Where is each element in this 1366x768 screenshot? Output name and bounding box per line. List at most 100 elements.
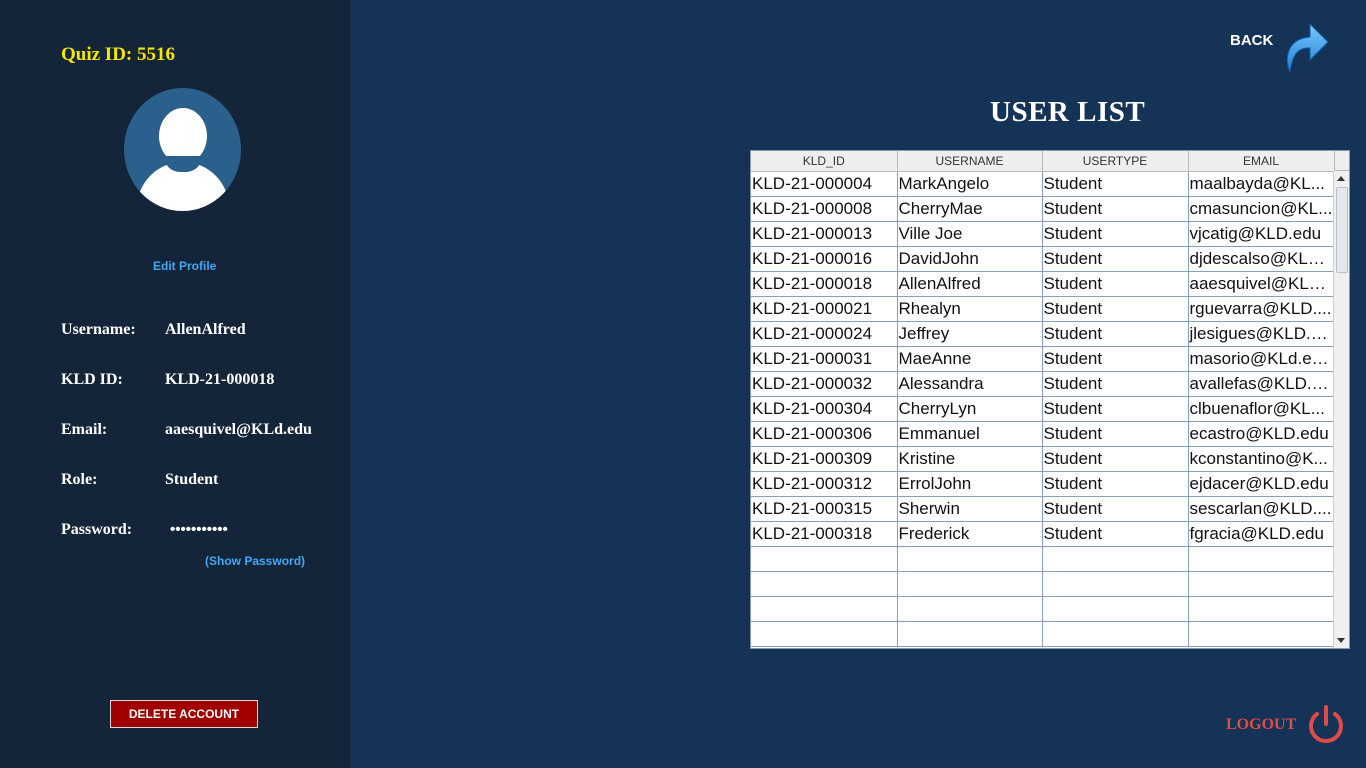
table-cell[interactable]: ErrolJohn <box>897 471 1043 497</box>
table-cell[interactable]: KLD-21-000032 <box>751 371 898 397</box>
scroll-down-icon[interactable] <box>1337 638 1345 643</box>
table-cell[interactable]: MarkAngelo <box>897 171 1043 197</box>
table-cell[interactable]: Alessandra <box>897 371 1043 397</box>
table-cell[interactable]: KLD-21-000008 <box>751 196 898 222</box>
table-cell[interactable]: KLD-21-000013 <box>751 221 898 247</box>
table-cell[interactable]: Student <box>1042 496 1189 522</box>
show-password-link[interactable]: (Show Password) <box>205 554 305 568</box>
table-cell[interactable]: clbuenaflor@KL... <box>1188 396 1335 422</box>
table-cell[interactable]: djdescalso@KLD.... <box>1188 246 1335 272</box>
table-cell[interactable]: masorio@KLd.ed... <box>1188 346 1335 372</box>
table-cell[interactable]: avallefas@KLD.e... <box>1188 371 1335 397</box>
table-cell[interactable]: maalbayda@KL... <box>1188 171 1335 197</box>
table-row[interactable]: KLD-21-000304 CherryLyn Student clbuenaflor… <box>751 396 1335 422</box>
table-cell[interactable]: Student <box>1042 371 1189 397</box>
table-cell[interactable]: cmasuncion@KL... <box>1188 196 1335 222</box>
table-cell[interactable]: rguevarra@KLD.... <box>1188 296 1335 322</box>
table-row[interactable]: KLD-21-000312 ErrolJohn Student ejdacer@KLD… <box>751 471 1335 497</box>
back-button[interactable]: BACK <box>1230 18 1329 74</box>
table-cell[interactable] <box>1188 596 1335 622</box>
table-cell[interactable]: KLD-21-000309 <box>751 446 898 472</box>
scroll-up-icon[interactable] <box>1337 176 1345 181</box>
table-cell[interactable]: KLD-21-000306 <box>751 421 898 447</box>
table-cell[interactable]: Sherwin <box>897 496 1043 522</box>
table-cell[interactable]: KLD-21-000016 <box>751 246 898 272</box>
table-cell[interactable]: Student <box>1042 196 1189 222</box>
table-cell[interactable] <box>897 546 1043 572</box>
logout-button[interactable]: LOGOUT <box>1226 704 1346 746</box>
table-row[interactable]: KLD-21-000004 MarkAngelo Student maalbayda@… <box>751 171 1335 197</box>
column-header-username[interactable]: USERNAME <box>897 151 1043 172</box>
table-cell[interactable]: KLD-21-000024 <box>751 321 898 347</box>
table-cell[interactable]: KLD-21-000304 <box>751 396 898 422</box>
table-scrollbar[interactable] <box>1333 171 1349 648</box>
table-cell[interactable]: CherryLyn <box>897 396 1043 422</box>
table-row[interactable]: KLD-21-000008 CherryMae Student cmasuncion@… <box>751 196 1335 222</box>
table-cell[interactable]: fgracia@KLD.edu <box>1188 521 1335 547</box>
table-cell[interactable]: MaeAnne <box>897 346 1043 372</box>
table-cell[interactable]: Student <box>1042 446 1189 472</box>
table-cell[interactable]: Student <box>1042 271 1189 297</box>
table-row[interactable]: KLD-21-000031 MaeAnne Student masorio@KLd.e… <box>751 346 1335 372</box>
table-cell[interactable]: Frederick <box>897 521 1043 547</box>
table-cell[interactable] <box>1042 621 1189 647</box>
table-cell[interactable]: KLD-21-000018 <box>751 271 898 297</box>
table-row[interactable]: KLD-21-000306 Emmanuel Student ecastro@KLD.… <box>751 421 1335 447</box>
table-cell[interactable]: Student <box>1042 321 1189 347</box>
column-header-kld-id[interactable]: KLD_ID <box>751 151 898 172</box>
table-row[interactable]: KLD-21-000309 Kristine Student kconstantino… <box>751 446 1335 472</box>
table-cell[interactable]: Student <box>1042 246 1189 272</box>
table-cell[interactable] <box>1188 571 1335 597</box>
table-cell[interactable] <box>897 596 1043 622</box>
table-cell[interactable] <box>1042 546 1189 572</box>
table-cell[interactable]: KLD-21-000004 <box>751 171 898 197</box>
table-cell[interactable]: aaesquivel@KLd.... <box>1188 271 1335 297</box>
table-cell[interactable] <box>897 571 1043 597</box>
delete-account-button[interactable]: DELETE ACCOUNT <box>110 700 258 728</box>
table-cell[interactable]: vjcatig@KLD.edu <box>1188 221 1335 247</box>
table-cell[interactable]: Rhealyn <box>897 296 1043 322</box>
table-cell[interactable]: Student <box>1042 471 1189 497</box>
table-cell[interactable]: sescarlan@KLD.... <box>1188 496 1335 522</box>
table-cell[interactable]: Student <box>1042 396 1189 422</box>
table-cell[interactable]: CherryMae <box>897 196 1043 222</box>
column-header-usertype[interactable]: USERTYPE <box>1042 151 1189 172</box>
table-row[interactable]: KLD-21-000013 Ville Joe Student vjcatig@KLD… <box>751 221 1335 247</box>
table-cell[interactable]: Ville Joe <box>897 221 1043 247</box>
table-row[interactable]: KLD-21-000018 AllenAlfred Student aaesquive… <box>751 271 1335 297</box>
column-header-email[interactable]: EMAIL <box>1188 151 1335 172</box>
table-cell[interactable]: Student <box>1042 171 1189 197</box>
table-row[interactable]: KLD-21-000016 DavidJohn Student djdescalso@… <box>751 246 1335 272</box>
table-row[interactable] <box>751 596 1335 622</box>
table-cell[interactable] <box>751 596 898 622</box>
table-row[interactable]: KLD-21-000024 Jeffrey Student jlesigues@KLD… <box>751 321 1335 347</box>
table-cell[interactable]: Student <box>1042 521 1189 547</box>
table-row[interactable]: KLD-21-000021 Rhealyn Student rguevarra@KLD… <box>751 296 1335 322</box>
table-cell[interactable] <box>751 621 898 647</box>
table-cell[interactable] <box>751 571 898 597</box>
table-cell[interactable]: AllenAlfred <box>897 271 1043 297</box>
table-cell[interactable] <box>1188 546 1335 572</box>
table-cell[interactable]: Jeffrey <box>897 321 1043 347</box>
table-cell[interactable] <box>897 621 1043 647</box>
table-row[interactable]: KLD-21-000318 Frederick Student fgracia@KLD… <box>751 521 1335 547</box>
table-cell[interactable]: Student <box>1042 421 1189 447</box>
table-cell[interactable]: KLD-21-000318 <box>751 521 898 547</box>
table-cell[interactable]: Kristine <box>897 446 1043 472</box>
table-cell[interactable]: KLD-21-000021 <box>751 296 898 322</box>
table-cell[interactable]: Student <box>1042 296 1189 322</box>
table-cell[interactable]: ecastro@KLD.edu <box>1188 421 1335 447</box>
table-cell[interactable]: Student <box>1042 221 1189 247</box>
table-row[interactable] <box>751 571 1335 597</box>
table-cell[interactable] <box>1042 571 1189 597</box>
table-cell[interactable]: KLD-21-000312 <box>751 471 898 497</box>
table-cell[interactable] <box>751 546 898 572</box>
table-cell[interactable]: Student <box>1042 346 1189 372</box>
scroll-thumb[interactable] <box>1336 187 1348 273</box>
table-cell[interactable]: DavidJohn <box>897 246 1043 272</box>
user-table[interactable]: KLD_ID USERNAME USERTYPE EMAIL KLD-21-00… <box>750 150 1350 649</box>
table-cell[interactable] <box>1188 621 1335 647</box>
table-cell[interactable]: kconstantino@K... <box>1188 446 1335 472</box>
table-row[interactable] <box>751 621 1335 647</box>
table-cell[interactable]: KLD-21-000031 <box>751 346 898 372</box>
